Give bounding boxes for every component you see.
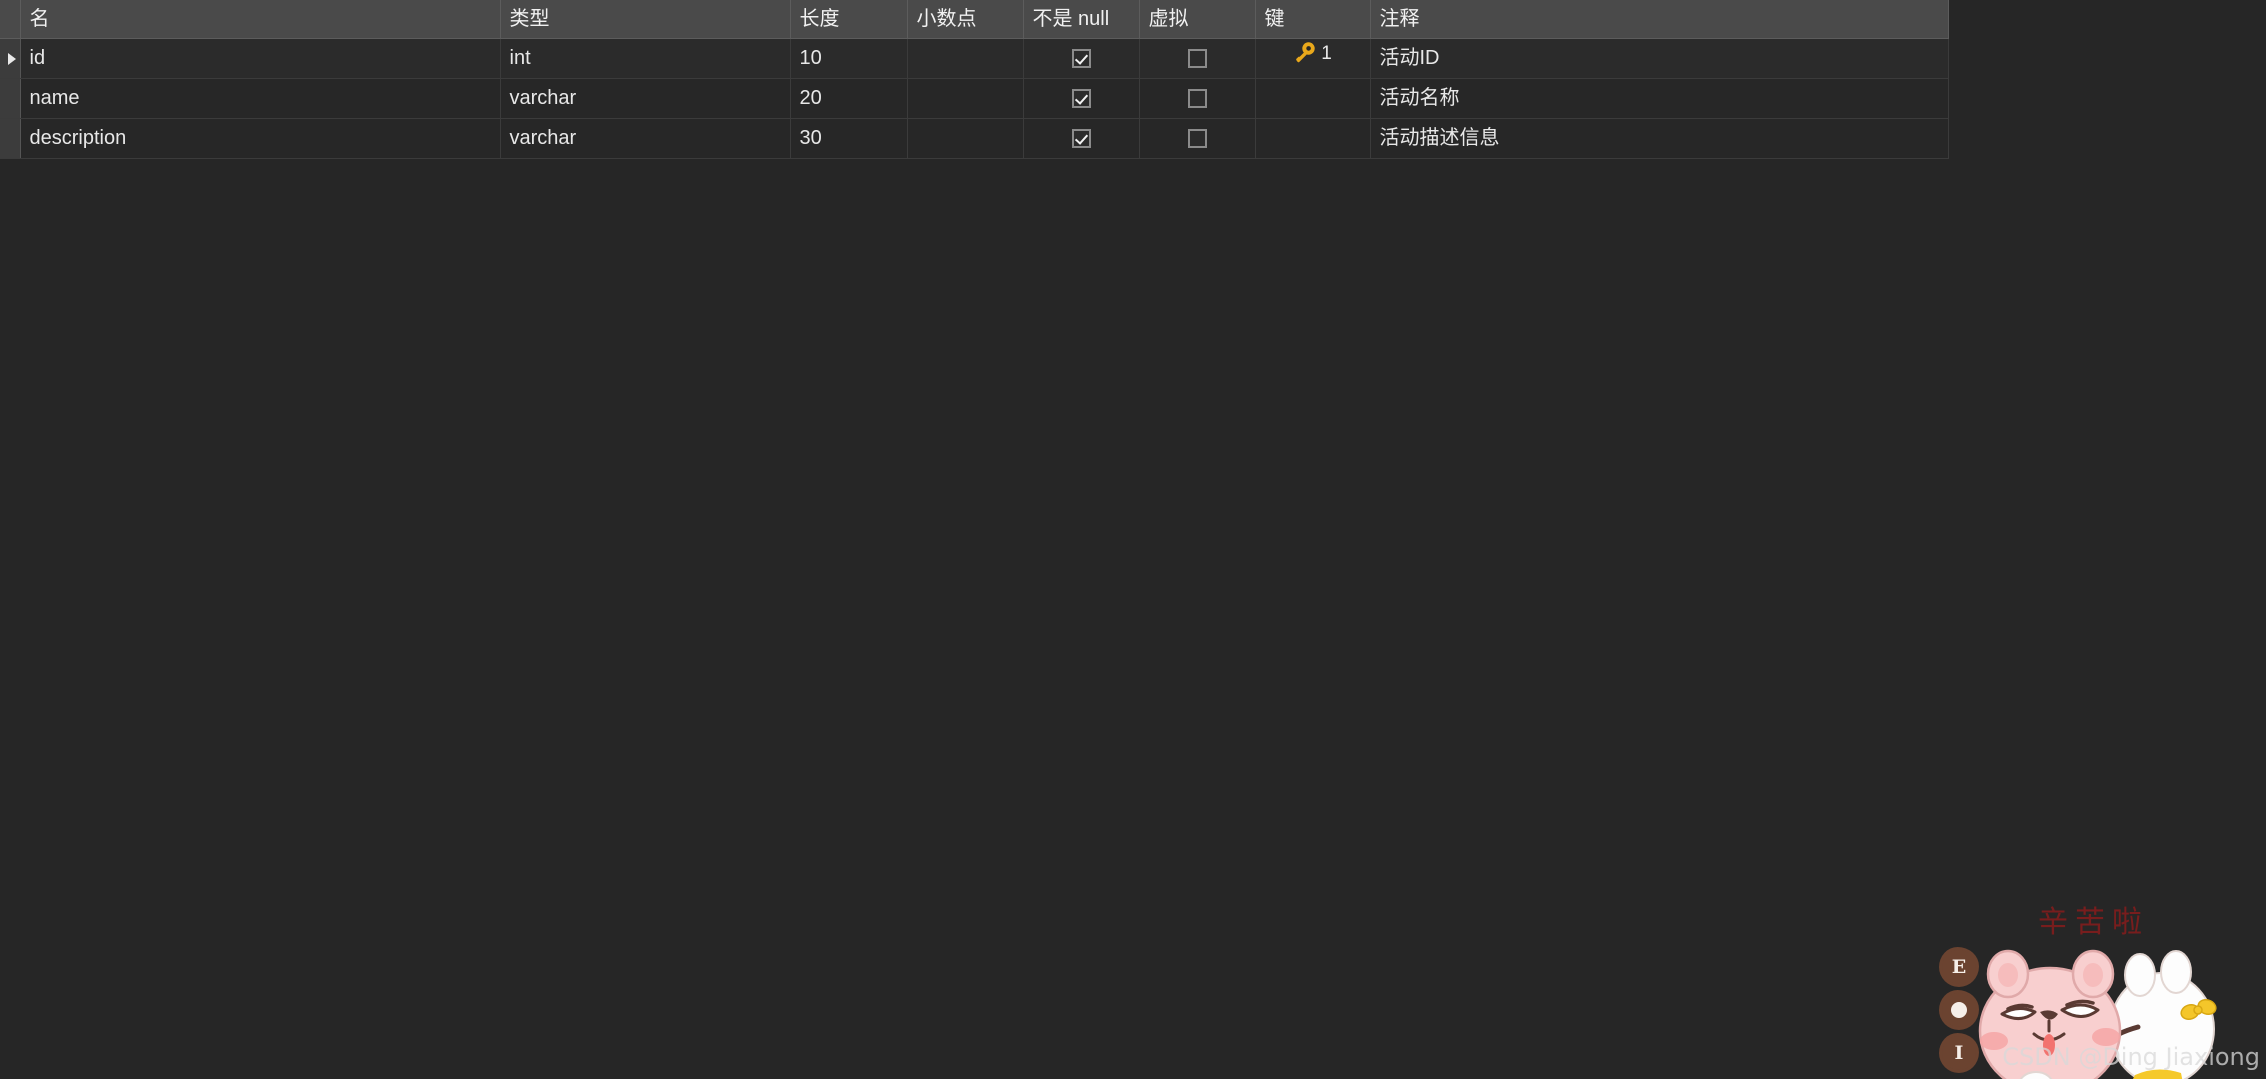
- column-header-key[interactable]: 键: [1255, 0, 1371, 39]
- checkbox-checked-icon[interactable]: [1071, 89, 1091, 109]
- cell-key[interactable]: 1: [1255, 38, 1371, 79]
- column-header-gutter: [0, 0, 21, 39]
- cell-comment[interactable]: 活动ID: [1370, 38, 1949, 79]
- column-header-type[interactable]: 类型: [500, 0, 791, 39]
- field-definition-table[interactable]: 名 类型 长度 小数点 不是 null 虚拟 键 注释 id int 10 1 …: [0, 0, 1949, 159]
- column-header-comment[interactable]: 注释: [1370, 0, 1949, 39]
- sticker-overlay: 辛苦啦 E I CSDN @Ding Jiaxiong: [1930, 879, 2266, 1079]
- cell-field-decimal[interactable]: [907, 78, 1024, 119]
- triangle-right-icon: [7, 52, 16, 65]
- column-header-decimal[interactable]: 小数点: [907, 0, 1024, 39]
- sticker-caption: 辛苦啦: [2038, 905, 2149, 940]
- checkbox-checked-icon[interactable]: [1071, 49, 1091, 69]
- key-index-label: 1: [1321, 42, 1332, 64]
- csdn-watermark: CSDN @Ding Jiaxiong: [2002, 1043, 2260, 1071]
- table-designer-grid-pane: 名 类型 长度 小数点 不是 null 虚拟 键 注释 id int 10 1 …: [0, 0, 2266, 1079]
- row-gutter[interactable]: [0, 118, 21, 159]
- table-row[interactable]: name varchar 20 活动名称: [0, 78, 1949, 119]
- column-header-length[interactable]: 长度: [790, 0, 908, 39]
- cell-not-null[interactable]: [1023, 118, 1140, 159]
- cell-field-type[interactable]: int: [500, 38, 791, 79]
- checkbox-checked-icon[interactable]: [1071, 129, 1091, 149]
- badge-letter-e: E: [1942, 950, 1976, 984]
- cell-field-decimal[interactable]: [907, 38, 1024, 79]
- table-row[interactable]: description varchar 30 活动描述信息: [0, 118, 1949, 159]
- cell-comment[interactable]: 活动描述信息: [1370, 118, 1949, 159]
- cell-comment[interactable]: 活动名称: [1370, 78, 1949, 119]
- cell-field-length[interactable]: 20: [790, 78, 908, 119]
- key-icon: [1296, 42, 1315, 63]
- table-header: 名 类型 长度 小数点 不是 null 虚拟 键 注释: [0, 0, 1949, 39]
- cell-field-length[interactable]: 10: [790, 38, 908, 79]
- table-row[interactable]: id int 10 1 活动ID: [0, 38, 1949, 79]
- checkbox-unchecked-icon[interactable]: [1187, 49, 1207, 69]
- cell-virtual[interactable]: [1139, 78, 1256, 119]
- checkbox-unchecked-icon[interactable]: [1187, 89, 1207, 109]
- cell-key[interactable]: [1255, 78, 1371, 119]
- header-row: 名 类型 长度 小数点 不是 null 虚拟 键 注释: [0, 0, 1949, 39]
- cell-field-name[interactable]: description: [20, 118, 501, 159]
- table-body: id int 10 1 活动ID name varchar 20 活动名称 de…: [0, 38, 1949, 159]
- cell-virtual[interactable]: [1139, 118, 1256, 159]
- bear-rabbit-illustration: [1978, 949, 2217, 1079]
- badge-dot: [1942, 993, 1976, 1027]
- badge-column: E I: [1942, 950, 1982, 1079]
- cell-field-name[interactable]: name: [20, 78, 501, 119]
- row-gutter[interactable]: [0, 38, 21, 79]
- column-header-virtual[interactable]: 虚拟: [1139, 0, 1256, 39]
- cell-not-null[interactable]: [1023, 78, 1140, 119]
- badge-letter-i: I: [1942, 1036, 1976, 1070]
- cell-field-length[interactable]: 30: [790, 118, 908, 159]
- cell-not-null[interactable]: [1023, 38, 1140, 79]
- cell-field-name[interactable]: id: [20, 38, 501, 79]
- column-header-not-null[interactable]: 不是 null: [1023, 0, 1140, 39]
- cell-field-type[interactable]: varchar: [500, 118, 791, 159]
- checkbox-unchecked-icon[interactable]: [1187, 129, 1207, 149]
- column-header-name[interactable]: 名: [20, 0, 501, 39]
- cell-field-decimal[interactable]: [907, 118, 1024, 159]
- cell-field-type[interactable]: varchar: [500, 78, 791, 119]
- cell-virtual[interactable]: [1139, 38, 1256, 79]
- cell-key[interactable]: [1255, 118, 1371, 159]
- row-gutter[interactable]: [0, 78, 21, 119]
